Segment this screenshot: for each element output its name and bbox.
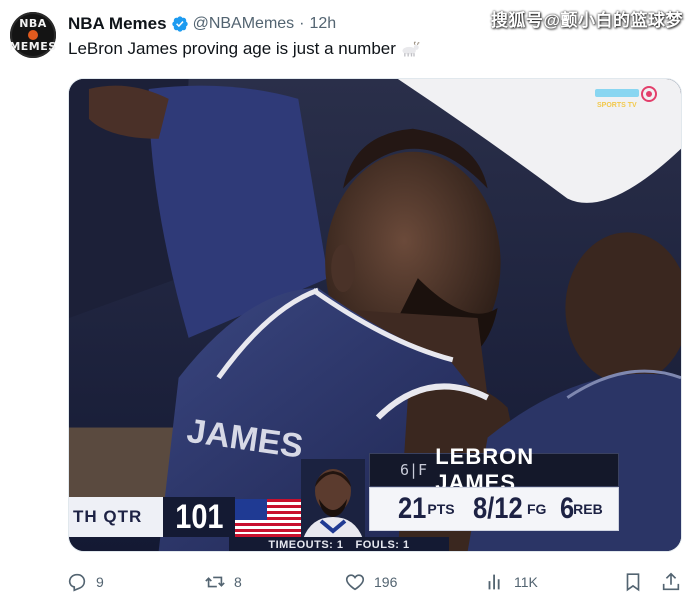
avatar-text-top: NBA xyxy=(19,17,47,30)
tweet-header: NBA Memes @NBAMemes · 12h xyxy=(68,13,336,35)
tweet-text: LeBron James proving age is just a numbe… xyxy=(68,39,420,59)
bookmark-icon xyxy=(626,573,640,592)
player-stat-bar: 21 PTS 8/12 FG 6 REB xyxy=(369,487,619,531)
stat-fg-value: 8/12 xyxy=(472,492,523,525)
broadcaster-text: SPORTS TV xyxy=(597,102,637,109)
player-headshot xyxy=(301,459,365,539)
share-button[interactable] xyxy=(660,568,690,596)
share-icon xyxy=(662,572,680,591)
reply-count: 9 xyxy=(96,574,104,590)
reply-icon xyxy=(68,573,86,592)
verified-badge-icon xyxy=(171,16,188,32)
stat-points-value: 21 xyxy=(398,492,427,525)
like-count: 196 xyxy=(374,574,398,590)
stat-rebounds-value: 6 xyxy=(560,492,575,525)
repost-count: 8 xyxy=(234,574,242,590)
score-value: 101 xyxy=(174,497,224,536)
views-button[interactable]: 11K xyxy=(484,568,538,596)
reply-button[interactable]: 9 xyxy=(66,568,104,596)
watermark: 搜狐号@颤小白的篮球梦 xyxy=(490,11,683,30)
views-count: 11K xyxy=(514,574,538,590)
avatar-text-bottom: MEMES xyxy=(9,40,57,53)
basketball-icon xyxy=(28,30,38,40)
stat-rebounds-label: REB xyxy=(573,501,603,517)
stat-fg-label: FG xyxy=(527,501,547,517)
fouls-label: FOULS: 1 xyxy=(355,539,410,551)
separator-dot: · xyxy=(299,15,305,32)
like-button[interactable]: 196 xyxy=(344,568,397,596)
heart-icon xyxy=(345,574,365,591)
avatar[interactable]: NBA MEMES xyxy=(9,12,57,58)
timestamp[interactable]: 12h xyxy=(310,15,337,33)
repost-button[interactable]: 8 xyxy=(204,568,242,596)
broadcaster-logo: SPORTS TV xyxy=(595,86,657,109)
quarter-indicator: TH QTR xyxy=(69,497,163,537)
tweet-media-video[interactable]: JAMES SPORTS TV TH QTR 101 TIMEOUTS: 1 F… xyxy=(68,78,682,552)
goat-icon xyxy=(402,41,420,57)
team-score: 101 xyxy=(163,497,235,537)
stat-points-label: PTS xyxy=(427,501,455,517)
player-name-card: 6|F LEBRON JAMES xyxy=(369,444,619,495)
bookmark-button[interactable] xyxy=(622,568,652,596)
timeouts-fouls-row: TIMEOUTS: 1 FOULS: 1 xyxy=(229,537,449,551)
user-handle[interactable]: @NBAMemes xyxy=(193,15,295,33)
player-number: 6|F xyxy=(400,461,428,479)
timeouts-label: TIMEOUTS: 1 xyxy=(268,539,344,551)
tweet-actions: 9 8 196 11K xyxy=(66,568,688,596)
repost-icon xyxy=(205,576,225,588)
tweet-body: LeBron James proving age is just a numbe… xyxy=(68,39,396,58)
quarter-text: TH QTR xyxy=(73,507,143,526)
display-name[interactable]: NBA Memes xyxy=(68,14,167,34)
analytics-icon xyxy=(488,574,500,590)
